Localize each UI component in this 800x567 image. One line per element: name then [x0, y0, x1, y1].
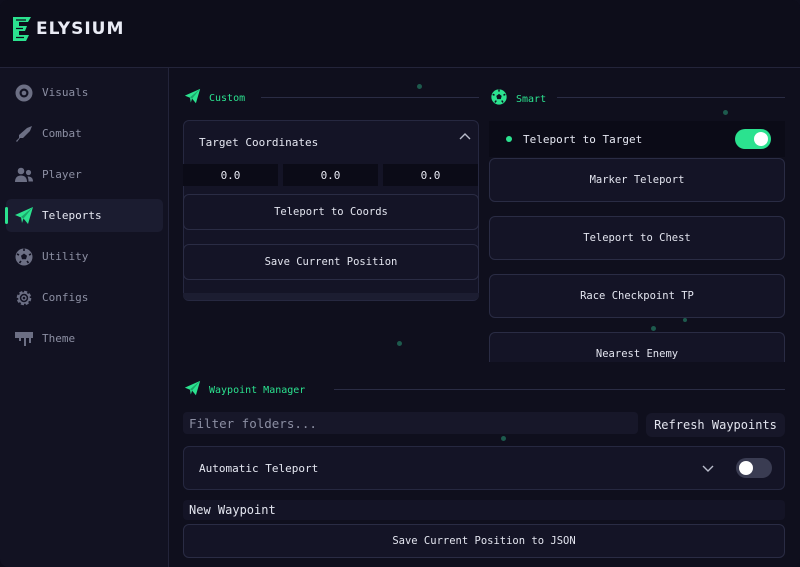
sidebar-item-label: Theme — [42, 332, 76, 345]
particle-dot — [651, 326, 656, 331]
sidebar-item-utility[interactable]: Utility — [6, 240, 163, 273]
waypoint-section-header: Waypoint Manager — [184, 380, 305, 401]
chevron-down-icon[interactable] — [700, 460, 716, 476]
brand-logo: ELYSIUM — [12, 16, 124, 42]
sidebar-item-label: Utility — [42, 250, 89, 263]
sidebar-item-label: Configs — [42, 291, 89, 304]
paper-plane-icon — [184, 380, 201, 401]
sidebar-item-label: Teleports — [42, 209, 102, 222]
automatic-teleport-toggle[interactable] — [736, 458, 772, 478]
automatic-teleport-label: Automatic Teleport — [199, 462, 319, 475]
sidebar-item-combat[interactable]: Combat — [6, 117, 163, 150]
particle-dot — [417, 84, 422, 89]
teleport-to-target-label: Teleport to Target — [523, 133, 643, 146]
paint-drip-icon — [13, 328, 35, 350]
section-divider — [334, 389, 785, 390]
panel-scroll-edge — [183, 293, 479, 300]
chevron-up-icon[interactable] — [457, 129, 473, 145]
teleport-to-coords-button[interactable]: Teleport to Coords — [183, 194, 479, 230]
soccer-ball-icon — [490, 88, 508, 110]
sidebar-item-visuals[interactable]: Visuals — [6, 76, 163, 109]
soccer-ball-icon — [13, 246, 35, 268]
waypoint-name-input[interactable]: New Waypoint — [183, 500, 785, 520]
logo-icon — [12, 16, 34, 42]
particle-dot — [501, 436, 506, 441]
nearest-enemy-button[interactable]: Nearest Enemy — [489, 332, 785, 362]
sidebar: Visuals Combat Player Teleports Utility — [0, 68, 169, 567]
toggle-knob — [739, 461, 753, 475]
title-bar: ELYSIUM — [0, 0, 800, 68]
sidebar-item-label: Visuals — [42, 86, 89, 99]
eye-icon — [13, 82, 35, 104]
rifle-icon — [13, 123, 35, 145]
coord-z-input[interactable]: 0.0 — [383, 164, 478, 186]
sidebar-item-player[interactable]: Player — [6, 158, 163, 191]
teleport-to-chest-button[interactable]: Teleport to Chest — [489, 216, 785, 260]
particle-dot — [397, 341, 402, 346]
save-position-to-json-button[interactable]: Save Current Position to JSON — [183, 524, 785, 558]
marker-teleport-button[interactable]: Marker Teleport — [489, 158, 785, 202]
teleport-to-target-toggle[interactable] — [735, 129, 771, 149]
waypoint-section-title: Waypoint Manager — [209, 385, 306, 396]
sidebar-item-configs[interactable]: Configs — [6, 281, 163, 314]
brand-name: ELYSIUM — [36, 19, 125, 39]
paper-plane-icon — [184, 88, 201, 109]
refresh-waypoints-button[interactable]: Refresh Waypoints — [646, 413, 785, 437]
target-coordinates-label: Target Coordinates — [199, 136, 319, 149]
save-current-position-button[interactable]: Save Current Position — [183, 244, 479, 280]
status-dot — [506, 136, 512, 142]
app-window: ELYSIUM Visuals Combat Player Teleports … — [0, 0, 800, 567]
section-divider — [261, 97, 479, 98]
particle-dot — [683, 318, 687, 322]
filter-folders-input[interactable]: Filter folders... — [183, 412, 638, 434]
section-divider — [557, 97, 785, 98]
sidebar-item-teleports[interactable]: Teleports — [5, 199, 163, 232]
particle-dot — [723, 110, 728, 115]
paper-plane-icon — [13, 205, 35, 227]
custom-section-title: Custom — [209, 93, 246, 104]
smart-section-title: Smart — [516, 93, 547, 105]
race-checkpoint-tp-button[interactable]: Race Checkpoint TP — [489, 274, 785, 318]
sidebar-item-theme[interactable]: Theme — [6, 322, 163, 355]
gear-icon — [13, 287, 35, 309]
sidebar-item-label: Player — [42, 168, 82, 181]
smart-section-header: Smart — [490, 88, 546, 110]
coord-y-input[interactable]: 0.0 — [283, 164, 378, 186]
users-icon — [13, 164, 35, 186]
toggle-knob — [754, 132, 768, 146]
custom-section-header: Custom — [184, 88, 245, 109]
coord-x-input[interactable]: 0.0 — [183, 164, 278, 186]
sidebar-item-label: Combat — [42, 127, 82, 140]
